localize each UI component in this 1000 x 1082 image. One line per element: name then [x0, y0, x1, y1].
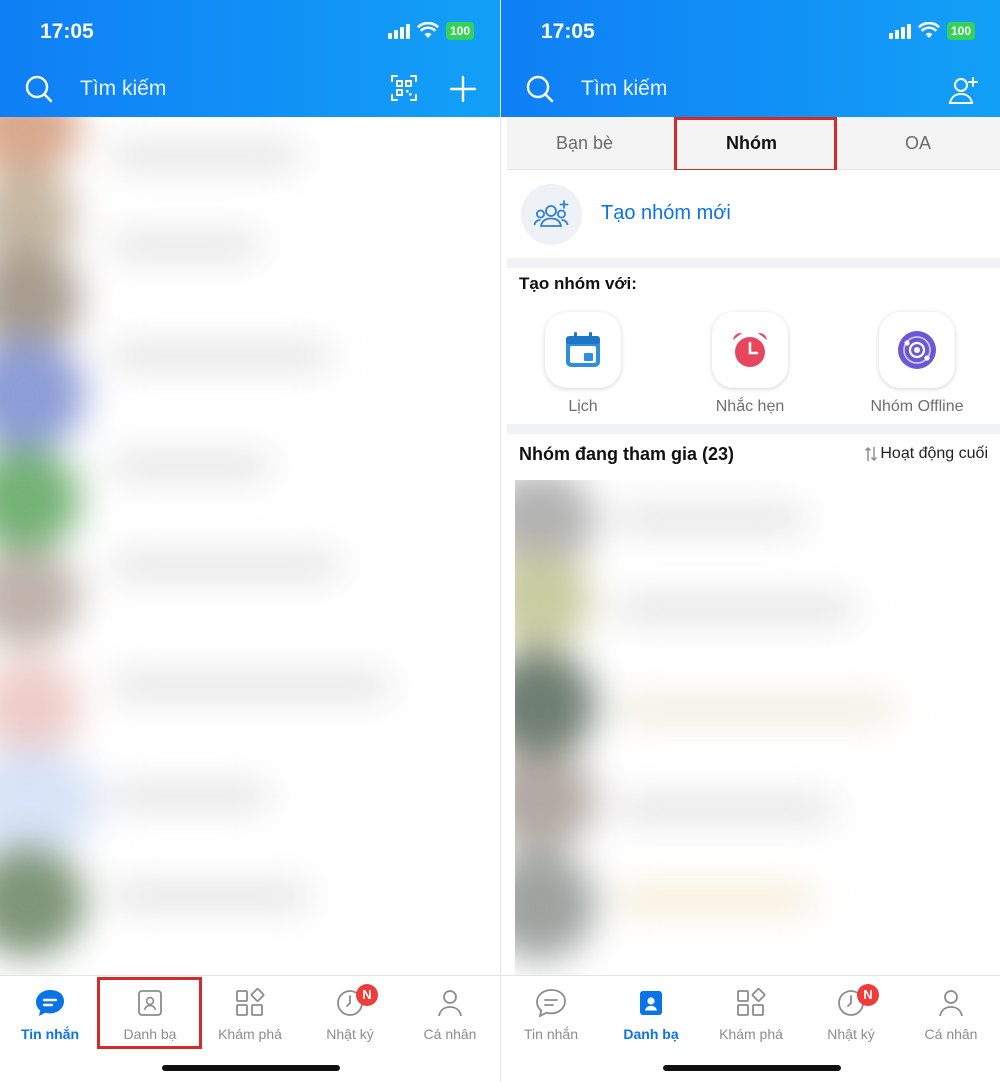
add-group-icon	[533, 199, 568, 227]
messages-screen: 17:05 100 Tìm kiếm Tin nhắn Danh bạ Khám…	[0, 0, 500, 1082]
status-indicators: 100	[387, 22, 474, 40]
qr-code-icon[interactable]	[390, 74, 418, 102]
sort-control[interactable]: Hoạt động cuối	[864, 445, 988, 463]
search-placeholder[interactable]: Tìm kiếm	[80, 77, 166, 101]
top-header: 17:05 100 Tìm kiếm	[0, 0, 500, 117]
tab-label: Nhật ký	[827, 1026, 875, 1042]
person-icon	[438, 990, 462, 1017]
create-group-row[interactable]: Tạo nhóm mới	[507, 170, 1000, 258]
section-divider	[507, 424, 1000, 434]
person-icon	[939, 990, 963, 1017]
tab-friends[interactable]: Bạn bè	[556, 133, 613, 154]
conversation-list-blurred	[0, 117, 500, 975]
tab-explore[interactable]: Khám phá	[701, 986, 801, 1046]
sort-arrows-icon	[865, 447, 878, 461]
plus-icon[interactable]	[448, 74, 478, 104]
option-label: Nhóm Offline	[870, 398, 964, 415]
calendar-icon	[566, 332, 600, 367]
tab-profile[interactable]: Cá nhân	[901, 986, 1000, 1046]
chat-bubble-icon	[536, 989, 566, 1018]
search-icon[interactable]	[525, 74, 555, 104]
tab-messages[interactable]: Tin nhắn	[501, 986, 601, 1046]
cellular-signal-icon	[888, 23, 911, 39]
tab-label: Cá nhân	[924, 1026, 978, 1042]
tab-timeline[interactable]: N Nhật ký	[801, 984, 901, 1046]
highlight-box-contacts-tab	[97, 977, 202, 1049]
orbit-icon	[898, 331, 936, 369]
notification-badge: N	[857, 984, 879, 1006]
tab-label: Danh bạ	[623, 1026, 679, 1042]
create-with-calendar[interactable]: Lịch	[513, 312, 653, 416]
wifi-icon	[917, 22, 940, 38]
create-with-reminder[interactable]: Nhắc hẹn	[680, 312, 820, 416]
status-time: 17:05	[40, 20, 94, 43]
chat-bubble-icon	[36, 990, 64, 1016]
create-group-label[interactable]: Tạo nhóm mới	[601, 202, 731, 225]
section-divider	[507, 258, 1000, 268]
notification-badge: N	[356, 984, 378, 1006]
search-placeholder[interactable]: Tìm kiếm	[581, 77, 667, 101]
wifi-icon	[416, 22, 439, 38]
tab-label: Khám phá	[218, 1026, 282, 1042]
battery-indicator: 100	[946, 22, 975, 40]
contacts-groups-screen: 17:05 100 Tìm kiếm Bạn bè Nhóm OA Tạo nh…	[500, 0, 1000, 1082]
contacts-icon	[640, 991, 662, 1015]
search-bar[interactable]: Tìm kiếm	[0, 62, 500, 116]
highlight-box-groups-tab	[674, 117, 837, 172]
sort-label: Hoạt động cuối	[880, 445, 988, 462]
grid-icon	[737, 988, 766, 1016]
cellular-signal-icon	[387, 23, 410, 39]
alarm-clock-icon	[733, 332, 767, 367]
tab-label: Tin nhắn	[524, 1026, 578, 1042]
tab-contacts[interactable]: Danh bạ	[601, 986, 701, 1046]
create-group-avatar	[521, 184, 582, 245]
tab-messages[interactable]: Tin nhắn	[0, 986, 100, 1046]
battery-indicator: 100	[445, 22, 474, 40]
tab-explore[interactable]: Khám phá	[200, 986, 300, 1046]
grid-icon	[236, 988, 265, 1016]
top-header: 17:05 100 Tìm kiếm	[501, 0, 1000, 117]
create-with-offline-group[interactable]: Nhóm Offline	[847, 312, 987, 416]
status-indicators: 100	[888, 22, 975, 40]
search-bar[interactable]: Tìm kiếm	[501, 62, 1000, 116]
option-label: Nhắc hẹn	[715, 398, 785, 415]
tab-profile[interactable]: Cá nhân	[400, 986, 500, 1046]
tab-label: Khám phá	[719, 1026, 783, 1042]
home-indicator	[663, 1065, 841, 1071]
tab-label: Tin nhắn	[20, 1026, 80, 1042]
home-indicator	[162, 1065, 340, 1071]
status-time: 17:05	[541, 20, 595, 43]
search-icon[interactable]	[24, 74, 54, 104]
tab-timeline[interactable]: N Nhật ký	[300, 984, 400, 1046]
joined-groups-title: Nhóm đang tham gia (23)	[519, 444, 735, 464]
create-with-title: Tạo nhóm với:	[519, 274, 637, 293]
option-label: Lịch	[568, 398, 598, 415]
group-list-blurred	[515, 480, 1000, 975]
tab-label: Nhật ký	[326, 1026, 374, 1042]
tab-label: Cá nhân	[423, 1026, 477, 1042]
tab-oa[interactable]: OA	[905, 133, 931, 154]
add-friend-icon[interactable]	[947, 74, 981, 106]
